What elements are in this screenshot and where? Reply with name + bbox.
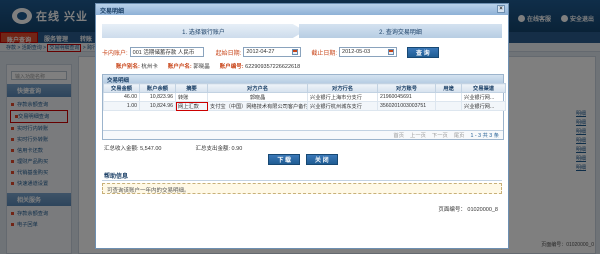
close-icon[interactable]: × bbox=[497, 5, 505, 13]
cell-purpose bbox=[435, 92, 462, 102]
transaction-table: 交易金额 账户余额 摘要 对方户名 对方行名 对方账号 用途 交易渠道 46.0… bbox=[103, 83, 506, 111]
col-counterparty-name[interactable]: 对方户名 bbox=[207, 83, 308, 93]
calendar-icon[interactable] bbox=[388, 49, 395, 55]
help-title: 帮助信息 bbox=[104, 174, 129, 180]
col-amount[interactable]: 交易金额 bbox=[103, 83, 140, 93]
expense-label: 汇总支出金额: bbox=[195, 146, 231, 152]
income-value: 5,547.00 bbox=[140, 146, 162, 152]
pager-range: 1 - 3 共 3 条 bbox=[470, 133, 499, 139]
cell-summary-highlighted: 网上汇款 bbox=[175, 101, 208, 111]
alias-value: 杭州卡 bbox=[141, 64, 158, 70]
dialog-title: 交易明细 bbox=[100, 9, 125, 15]
end-date-input[interactable]: 2012-05-03 bbox=[339, 47, 398, 57]
transaction-table-panel: 交易明细 交易金额 账户余额 摘要 对方户名 对方行名 对方账号 用途 交易渠道 bbox=[102, 74, 506, 140]
dialog-title-bar: 交易明细 × bbox=[96, 4, 508, 15]
start-date-label: 起始日期: bbox=[215, 50, 242, 57]
cell-purpose bbox=[435, 101, 462, 111]
query-button[interactable]: 查 询 bbox=[407, 46, 439, 58]
cell-channel: 兴业银行网... bbox=[461, 92, 506, 102]
account-select[interactable]: 001 活期储蓄存款 人民币 bbox=[129, 47, 204, 57]
account-info: 账户别名: 杭州卡 账户户名: 郭晓晶 账户编号: 62290935722662… bbox=[116, 62, 496, 70]
holder-value: 郭晓晶 bbox=[193, 64, 210, 70]
income-label: 汇总收入金额: bbox=[104, 146, 139, 152]
query-form: 卡内账户: 001 活期储蓄存款 人民币 起始日期: 2012-04-27 截止… bbox=[102, 46, 502, 58]
pager-last[interactable]: 尾页 bbox=[454, 131, 465, 139]
end-date-label: 截止日期: bbox=[311, 50, 338, 57]
cell-counterparty-name: 郭晓晶 bbox=[207, 92, 308, 102]
pager-prev[interactable]: 上一页 bbox=[410, 131, 426, 139]
cell-counterparty-bank: 兴业银行上海市分支行 bbox=[307, 92, 378, 102]
close-button[interactable]: 关 闭 bbox=[306, 154, 338, 165]
page-number: 页面编号： 01020000_8 bbox=[438, 207, 498, 213]
help-text: 可查询该账户一年内的交易明细。 bbox=[102, 183, 502, 194]
calendar-icon[interactable] bbox=[292, 49, 299, 55]
alias-label: 账户别名: bbox=[116, 64, 140, 70]
step-indicator: 1. 选择银行账户 2. 查询交易明细 bbox=[102, 24, 502, 38]
cell-balance: 10,824.96 bbox=[139, 101, 176, 111]
transaction-detail-dialog: 交易明细 × 1. 选择银行账户 2. 查询交易明细 卡内账户: 001 活期储… bbox=[95, 3, 509, 249]
totals-summary: 汇总收入金额: 5,547.00 汇总支出金额: 0.90 bbox=[104, 144, 242, 152]
col-purpose[interactable]: 用途 bbox=[435, 83, 462, 93]
divider bbox=[102, 180, 502, 181]
download-button[interactable]: 下 载 bbox=[268, 154, 300, 165]
col-summary[interactable]: 摘要 bbox=[175, 83, 208, 93]
pager-next[interactable]: 下一页 bbox=[432, 131, 448, 139]
cell-amount: 1.00 bbox=[103, 101, 140, 111]
cell-counterparty-account: 3560201003003751 bbox=[377, 101, 436, 111]
cell-counterparty-account: 21960045691 bbox=[377, 92, 436, 102]
cell-counterparty-name: 支付宝（中国）网络技术有限公司客户备付金 bbox=[207, 101, 308, 111]
step-select-account: 1. 选择银行账户 bbox=[102, 24, 305, 38]
cell-summary: 转账 bbox=[175, 92, 208, 102]
col-balance[interactable]: 账户余额 bbox=[139, 83, 176, 93]
account-number-value: 622909357226622618 bbox=[245, 64, 301, 70]
col-channel[interactable]: 交易渠道 bbox=[461, 83, 506, 93]
cell-amount: 46.00 bbox=[103, 92, 140, 102]
pager-first[interactable]: 首页 bbox=[393, 131, 404, 139]
cell-balance: 10,823.96 bbox=[139, 92, 176, 102]
start-date-input[interactable]: 2012-04-27 bbox=[243, 47, 302, 57]
table-pager: 首页 上一页 下一页 尾页 1 - 3 共 3 条 bbox=[103, 130, 503, 139]
account-label: 卡内账户: bbox=[102, 50, 128, 57]
table-row[interactable]: 1.00 10,824.96 网上汇款 支付宝（中国）网络技术有限公司客户备付金… bbox=[103, 101, 506, 111]
dialog-actions: 下 载 关 闭 bbox=[96, 154, 510, 165]
holder-label: 账户户名: bbox=[167, 64, 192, 70]
table-row[interactable]: 46.00 10,823.96 转账 郭晓晶 兴业银行上海市分支行 219600… bbox=[103, 92, 506, 102]
col-counterparty-bank[interactable]: 对方行名 bbox=[307, 83, 378, 93]
step-query-detail: 2. 查询交易明细 bbox=[299, 24, 502, 38]
account-number-label: 账户编号: bbox=[219, 64, 244, 70]
cell-counterparty-bank: 兴业银行杭州城东支行 bbox=[307, 101, 378, 111]
expense-value: 0.90 bbox=[231, 146, 243, 152]
table-title: 交易明细 bbox=[103, 75, 503, 84]
table-header-row: 交易金额 账户余额 摘要 对方户名 对方行名 对方账号 用途 交易渠道 bbox=[103, 83, 506, 93]
col-counterparty-account[interactable]: 对方账号 bbox=[377, 83, 436, 93]
cell-channel: 兴业银行网... bbox=[461, 101, 506, 111]
